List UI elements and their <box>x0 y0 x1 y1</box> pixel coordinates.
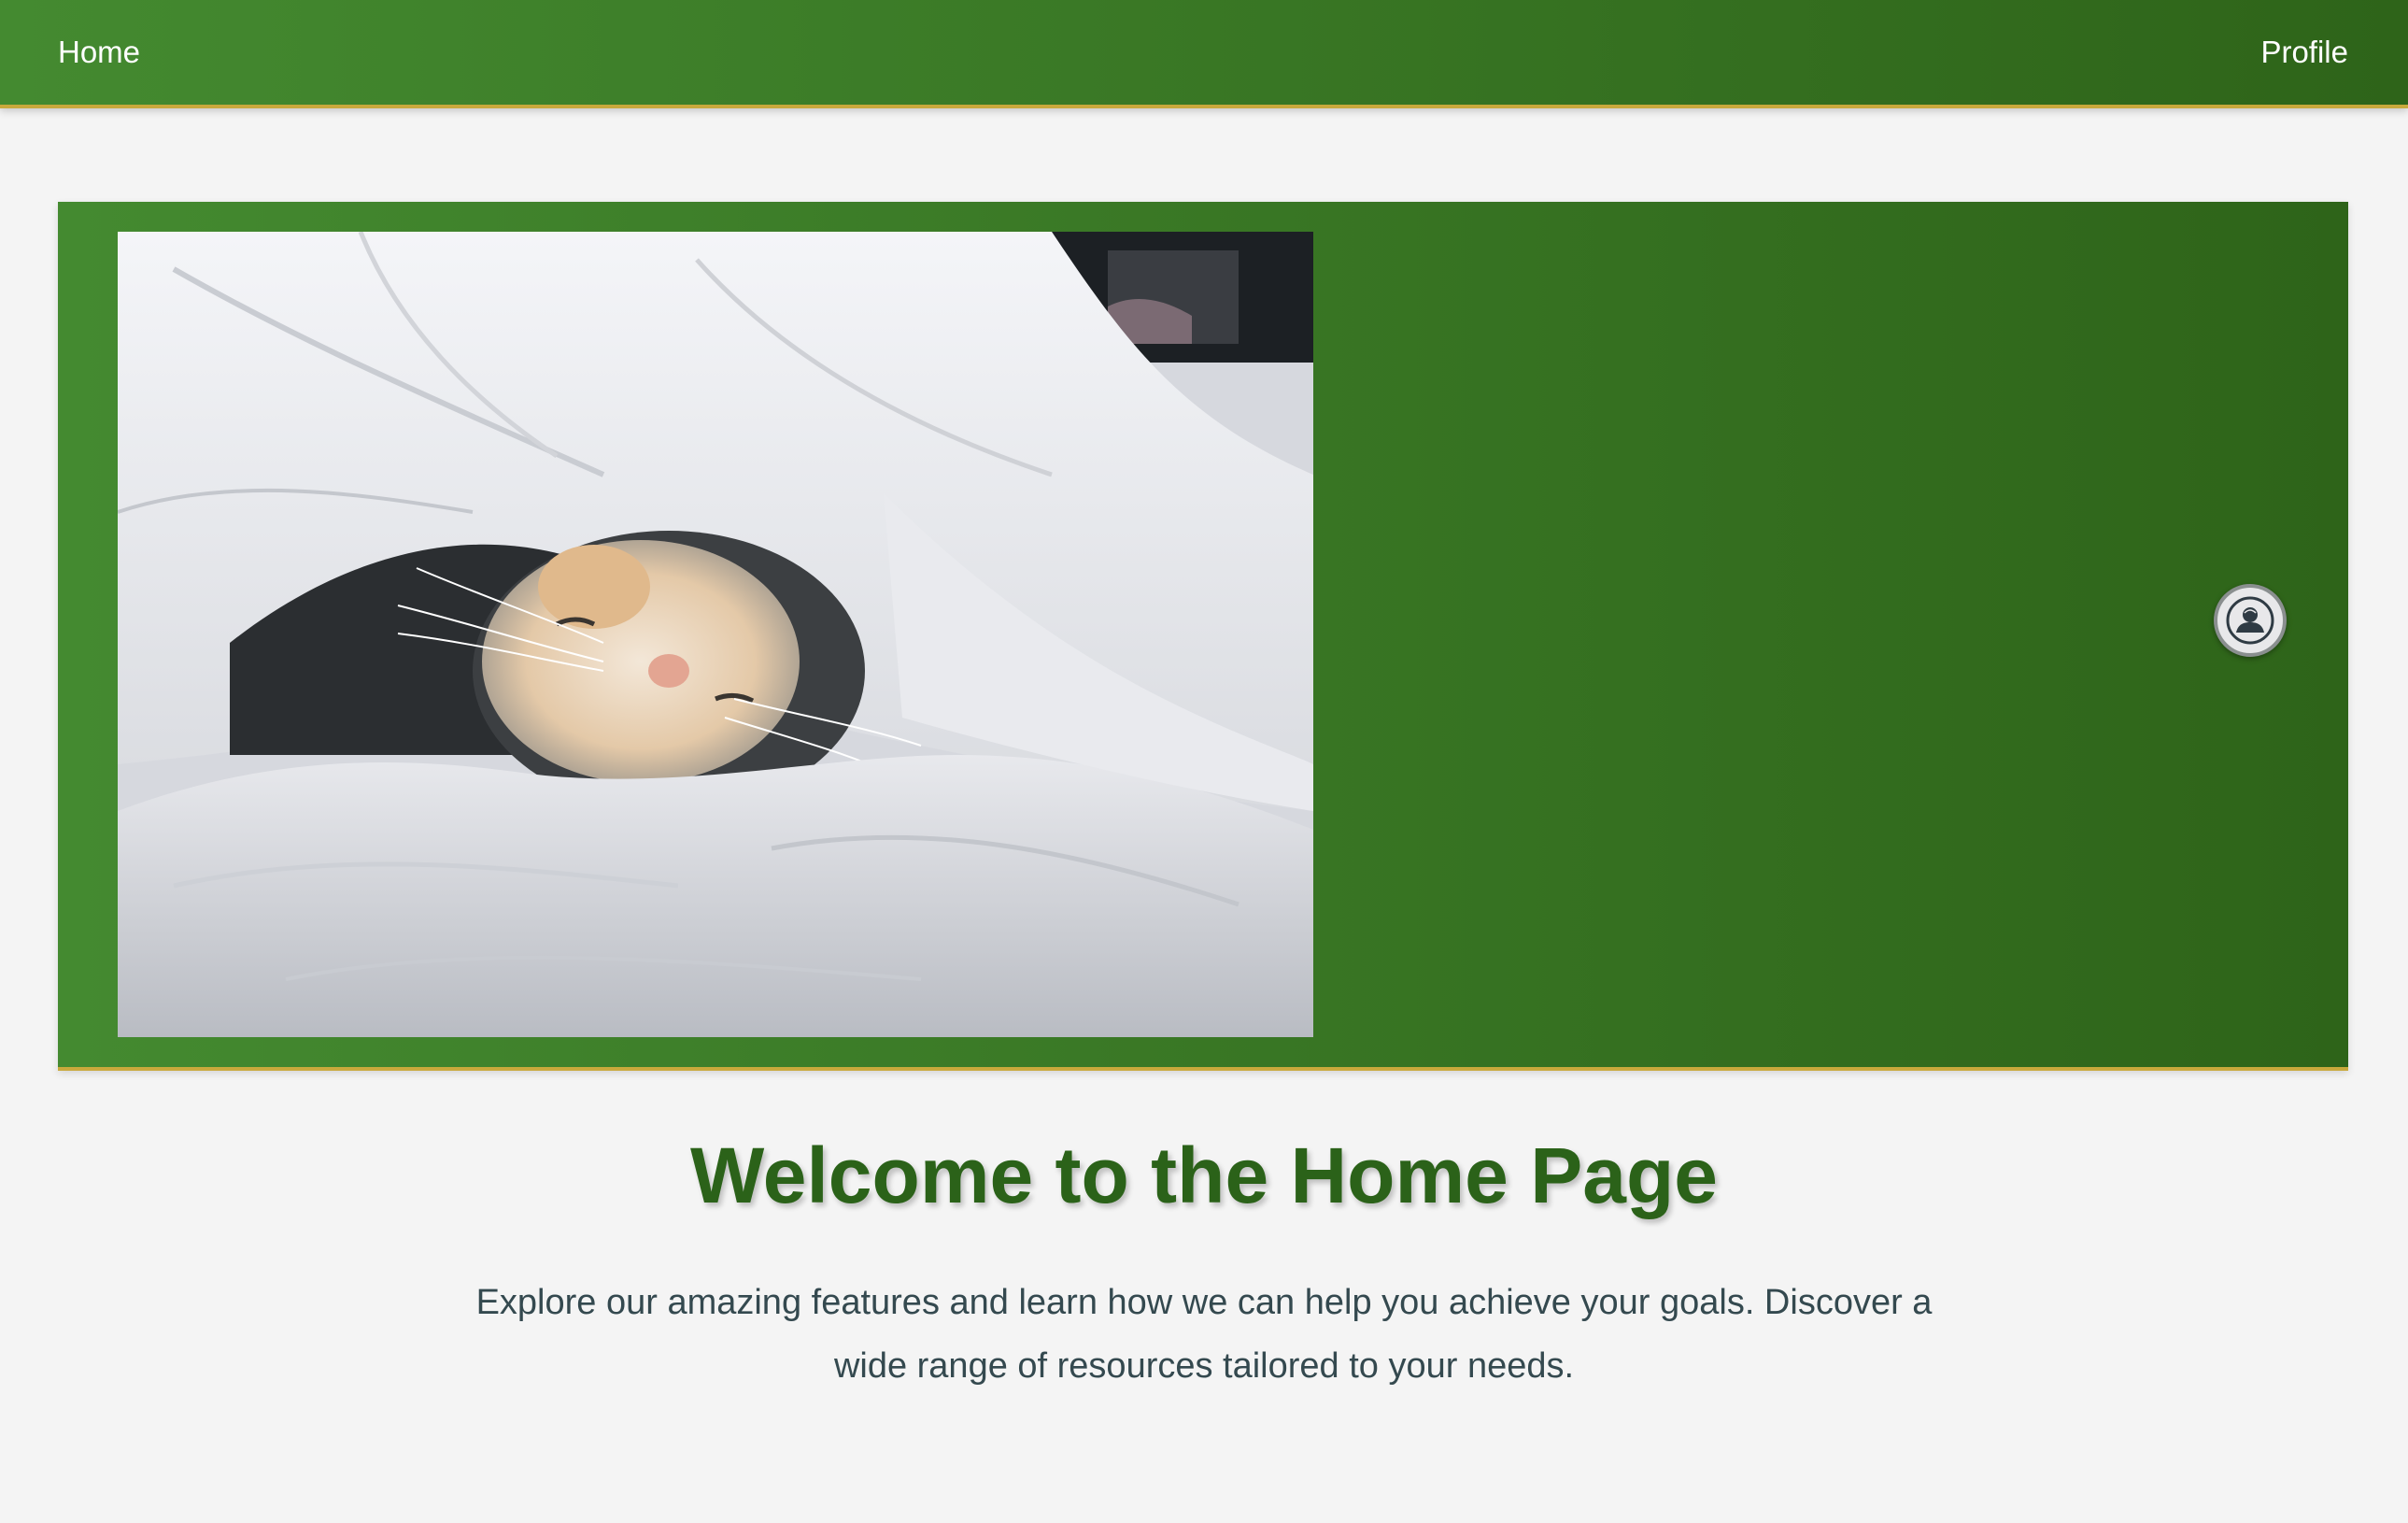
nav-profile-link[interactable]: Profile <box>2260 0 2348 105</box>
nav-home-link[interactable]: Home <box>58 0 140 105</box>
top-navbar: Home Profile <box>0 0 2408 108</box>
page-title: Welcome to the Home Page <box>689 1132 1719 1219</box>
hero-banner <box>58 202 2348 1071</box>
user-avatar-icon <box>2226 596 2274 645</box>
user-avatar-button[interactable] <box>2214 584 2287 657</box>
page-description: Explore our amazing features and learn h… <box>475 1283 1933 1386</box>
hero-cat-image <box>118 232 1313 1037</box>
